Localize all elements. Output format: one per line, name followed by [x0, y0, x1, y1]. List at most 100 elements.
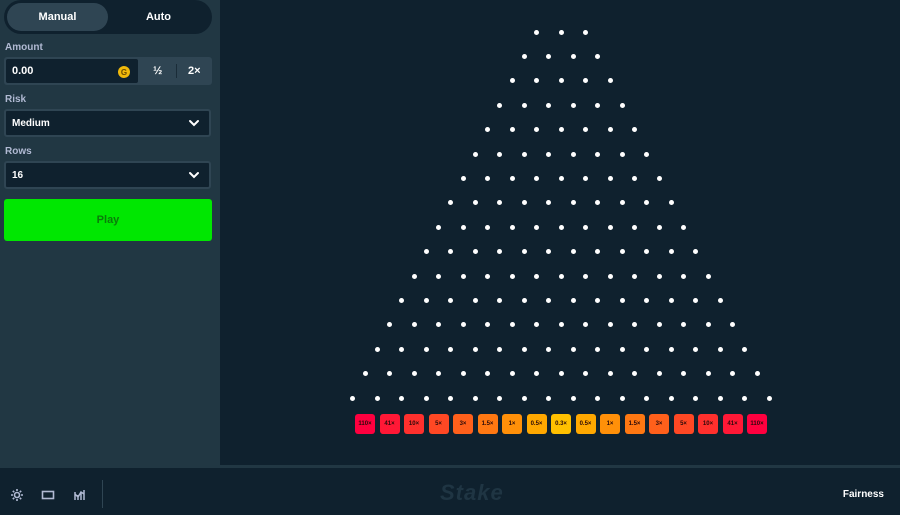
- risk-select[interactable]: Medium: [4, 109, 211, 137]
- peg: [570, 346, 576, 352]
- peg: [460, 273, 466, 279]
- rows-value: 16: [12, 169, 24, 181]
- peg: [423, 346, 429, 352]
- peg: [534, 127, 539, 133]
- mode-toggle: Manual Auto: [4, 0, 212, 34]
- multiplier-bucket: 0.5×: [575, 414, 596, 434]
- peg: [668, 297, 674, 303]
- peg: [546, 249, 552, 255]
- peg: [423, 249, 429, 255]
- peg: [619, 249, 625, 255]
- peg: [387, 371, 392, 377]
- peg: [595, 395, 601, 401]
- peg: [570, 297, 576, 303]
- peg: [472, 200, 478, 206]
- peg: [497, 102, 503, 108]
- peg: [558, 29, 564, 35]
- peg: [509, 127, 515, 133]
- peg: [472, 249, 478, 255]
- stats-icon[interactable]: [73, 488, 87, 502]
- peg: [521, 395, 527, 401]
- peg: [521, 249, 527, 255]
- fairness-link[interactable]: Fairness: [843, 489, 884, 500]
- peg: [521, 53, 527, 59]
- multiplier-bucket: 1.5×: [624, 414, 645, 434]
- peg: [497, 249, 503, 255]
- peg: [595, 346, 601, 352]
- amount-input-wrap: G: [6, 59, 138, 83]
- peg: [632, 322, 637, 328]
- peg: [509, 322, 515, 328]
- tab-manual[interactable]: Manual: [7, 3, 108, 31]
- peg: [485, 371, 490, 377]
- peg: [546, 53, 552, 59]
- peg: [509, 273, 515, 279]
- peg: [546, 346, 552, 352]
- rows-label: Rows: [5, 146, 32, 157]
- peg: [583, 175, 588, 181]
- peg: [362, 371, 368, 377]
- multiplier-bucket: 3×: [649, 414, 669, 434]
- rows-select[interactable]: 16: [4, 161, 211, 189]
- peg: [644, 200, 650, 206]
- peg: [595, 53, 601, 59]
- peg: [472, 151, 478, 157]
- peg: [534, 175, 539, 181]
- peg: [411, 273, 417, 279]
- peg: [521, 200, 527, 206]
- peg: [717, 297, 723, 303]
- peg: [644, 249, 650, 255]
- multiplier-bucket: 10×: [404, 414, 424, 434]
- peg: [583, 29, 588, 35]
- amount-label: Amount: [5, 42, 43, 53]
- peg: [742, 346, 748, 352]
- peg: [509, 175, 515, 181]
- tab-auto[interactable]: Auto: [108, 3, 209, 31]
- peg: [399, 346, 405, 352]
- peg: [558, 322, 564, 328]
- peg: [374, 395, 380, 401]
- peg: [448, 395, 454, 401]
- stake-logo: Stake: [440, 480, 504, 505]
- peg: [521, 346, 527, 352]
- theatre-mode-icon[interactable]: [41, 488, 55, 502]
- peg: [583, 78, 588, 84]
- peg: [717, 346, 723, 352]
- peg: [497, 200, 503, 206]
- play-button[interactable]: Play: [4, 199, 212, 241]
- peg: [497, 297, 503, 303]
- peg: [607, 78, 613, 84]
- peg: [472, 395, 478, 401]
- peg: [681, 322, 686, 328]
- peg: [644, 395, 650, 401]
- peg: [497, 346, 503, 352]
- peg: [485, 224, 490, 230]
- peg: [558, 78, 564, 84]
- double-amount-button[interactable]: 2×: [177, 57, 213, 85]
- peg: [632, 127, 637, 133]
- amount-input[interactable]: [6, 64, 114, 78]
- peg: [595, 297, 601, 303]
- peg: [570, 151, 576, 157]
- peg: [534, 322, 539, 328]
- peg: [595, 102, 601, 108]
- half-amount-button[interactable]: ½: [140, 57, 176, 85]
- peg: [583, 127, 588, 133]
- peg: [534, 273, 539, 279]
- peg: [570, 249, 576, 255]
- peg: [534, 78, 539, 84]
- multiplier-bucket: 5×: [428, 414, 449, 434]
- multiplier-bucket: 41×: [722, 414, 743, 434]
- peg: [521, 151, 527, 157]
- peg: [436, 322, 441, 328]
- peg: [644, 346, 650, 352]
- peg: [607, 224, 613, 230]
- peg: [472, 297, 478, 303]
- peg: [681, 273, 686, 279]
- peg: [656, 224, 662, 230]
- chevron-down-icon: [189, 120, 199, 127]
- peg: [730, 322, 735, 328]
- peg: [607, 175, 613, 181]
- gear-icon[interactable]: [10, 488, 24, 502]
- peg: [497, 151, 503, 157]
